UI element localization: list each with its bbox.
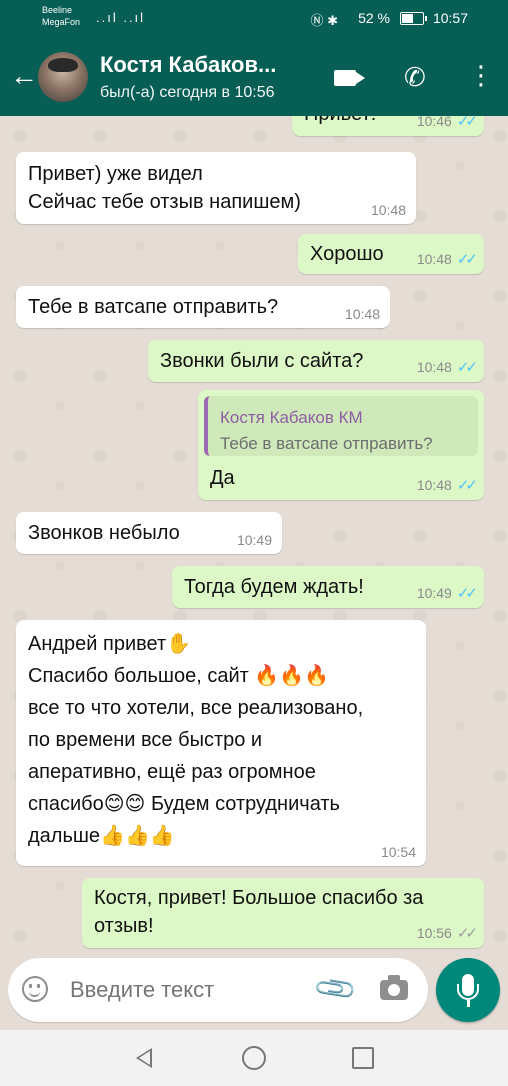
message-time: 10:48 <box>416 359 452 375</box>
read-ticks-icon: ✓✓ <box>456 477 478 494</box>
chat-header: ← Костя Кабаков... был(-а) сегодня в 10:… <box>0 38 508 116</box>
emoji-icon[interactable] <box>22 976 48 1002</box>
nav-home-icon[interactable] <box>242 1046 266 1070</box>
message-bubble[interactable]: Звонков небыло 10:49 <box>16 512 282 554</box>
camera-icon[interactable] <box>380 975 408 1000</box>
message-line: Спасибо большое, сайт 🔥🔥🔥 <box>28 665 330 687</box>
signal-icon: ..ıl ..ıl <box>96 10 146 25</box>
nfc-bluetooth-icon: Ⓝ ✱ <box>310 13 338 28</box>
message-line: дальше👍👍👍 <box>28 825 175 847</box>
battery-icon <box>400 12 427 25</box>
message-time: 10:49 <box>416 585 452 601</box>
message-time: 10:48 <box>416 251 452 267</box>
status-time: 10:57 <box>432 10 468 26</box>
message-line: все то что хотели, все реализовано, <box>28 697 364 719</box>
carrier-2: MegaFon <box>42 17 81 27</box>
message-text: Звонки были с сайта? <box>160 350 364 372</box>
message-time: 10:49 <box>236 532 272 548</box>
message-meta: 10:56 ✓✓ <box>416 925 478 942</box>
message-text: Андрей привет✋ Спасибо большое, сайт 🔥🔥🔥… <box>28 628 363 852</box>
message-time: 10:48 <box>344 306 380 322</box>
message-bubble[interactable]: Привет) уже видел Сейчас тебе отзыв напи… <box>16 152 416 224</box>
message-time: 10:48 <box>416 477 452 493</box>
system-nav-bar <box>0 1030 508 1086</box>
message-meta: 10:46 ✓✓ <box>416 116 478 130</box>
phone-icon[interactable]: ✆ <box>404 62 426 93</box>
quoted-author: Костя Кабаков КМ <box>220 408 363 427</box>
message-text: Привет! <box>304 116 376 128</box>
review-message-bubble[interactable]: Андрей привет✋ Спасибо большое, сайт 🔥🔥🔥… <box>16 620 426 866</box>
message-input[interactable] <box>68 976 302 1004</box>
message-bubble[interactable]: Костя, привет! Большое спасибо за отзыв!… <box>82 878 484 948</box>
carrier-1: Beeline <box>42 5 73 15</box>
message-composer: 📎 <box>8 958 428 1022</box>
carrier-names: Beeline MegaFon <box>42 4 80 28</box>
nav-recents-icon[interactable] <box>352 1047 374 1069</box>
message-bubble[interactable]: Привет! 10:46 ✓✓ <box>292 116 484 136</box>
more-menu-icon[interactable]: ⋮ <box>468 62 494 88</box>
message-text: Звонков небыло <box>28 522 180 544</box>
message-text: Тогда будем ждать! <box>184 576 364 598</box>
chat-area[interactable]: Привет! 10:46 ✓✓ Привет) уже видел Сейчас… <box>0 116 508 956</box>
status-bar: Beeline MegaFon ..ıl ..ıl Ⓝ ✱ 52 % 10:57 <box>0 0 508 38</box>
message-text: Тебе в ватсапе отправить? <box>28 296 279 318</box>
message-meta: 10:48 ✓✓ <box>416 477 478 494</box>
message-line: по времени все быстро и <box>28 729 263 751</box>
message-bubble[interactable]: Звонки были с сайта? 10:48 ✓✓ <box>148 340 484 382</box>
read-ticks-icon: ✓✓ <box>456 359 478 376</box>
video-call-icon[interactable] <box>334 70 356 86</box>
read-ticks-icon: ✓✓ <box>456 116 478 130</box>
message-line: аперативно, ещё раз огромное <box>28 761 316 783</box>
last-seen-status: был(-а) сегодня в 10:56 <box>100 84 275 101</box>
quoted-text: Тебе в ватсапе отправить? <box>220 434 433 453</box>
contact-name[interactable]: Костя Кабаков... <box>100 52 276 78</box>
message-line: спасибо😊😊 Будем сотрудничать <box>28 793 340 815</box>
message-meta: 10:48 ✓✓ <box>416 251 478 268</box>
message-meta: 10:48 ✓✓ <box>416 359 478 376</box>
battery-percent: 52 % <box>358 10 390 26</box>
message-time: 10:48 <box>370 202 406 218</box>
message-time: 10:54 <box>380 844 416 860</box>
message-time: 10:56 <box>416 925 452 941</box>
back-arrow-icon[interactable]: ← <box>10 62 38 90</box>
message-meta: 10:49 ✓✓ <box>416 585 478 602</box>
message-time: 10:46 <box>416 116 452 129</box>
message-text: Хорошо <box>310 243 384 265</box>
voice-record-button[interactable] <box>436 958 500 1022</box>
avatar[interactable] <box>38 52 88 102</box>
delivered-ticks-icon: ✓✓ <box>456 925 478 942</box>
read-ticks-icon: ✓✓ <box>456 585 478 602</box>
message-bubble[interactable]: Тебе в ватсапе отправить? 10:48 <box>16 286 390 328</box>
message-bubble[interactable]: Тогда будем ждать! 10:49 ✓✓ <box>172 566 484 608</box>
quoted-message[interactable]: Костя Кабаков КМ Тебе в ватсапе отправит… <box>204 396 478 456</box>
reply-message-bubble[interactable]: Костя Кабаков КМ Тебе в ватсапе отправит… <box>198 390 484 500</box>
read-ticks-icon: ✓✓ <box>456 251 478 268</box>
attach-paperclip-icon[interactable]: 📎 <box>311 965 359 1013</box>
message-text: Костя, привет! Большое спасибо за отзыв! <box>94 887 424 937</box>
message-bubble[interactable]: Хорошо 10:48 ✓✓ <box>298 234 484 274</box>
message-line: Андрей привет✋ <box>28 633 192 655</box>
nav-back-icon[interactable] <box>136 1048 152 1068</box>
message-text: Да <box>210 467 235 489</box>
message-text: Привет) уже видел Сейчас тебе отзыв напи… <box>28 163 301 213</box>
